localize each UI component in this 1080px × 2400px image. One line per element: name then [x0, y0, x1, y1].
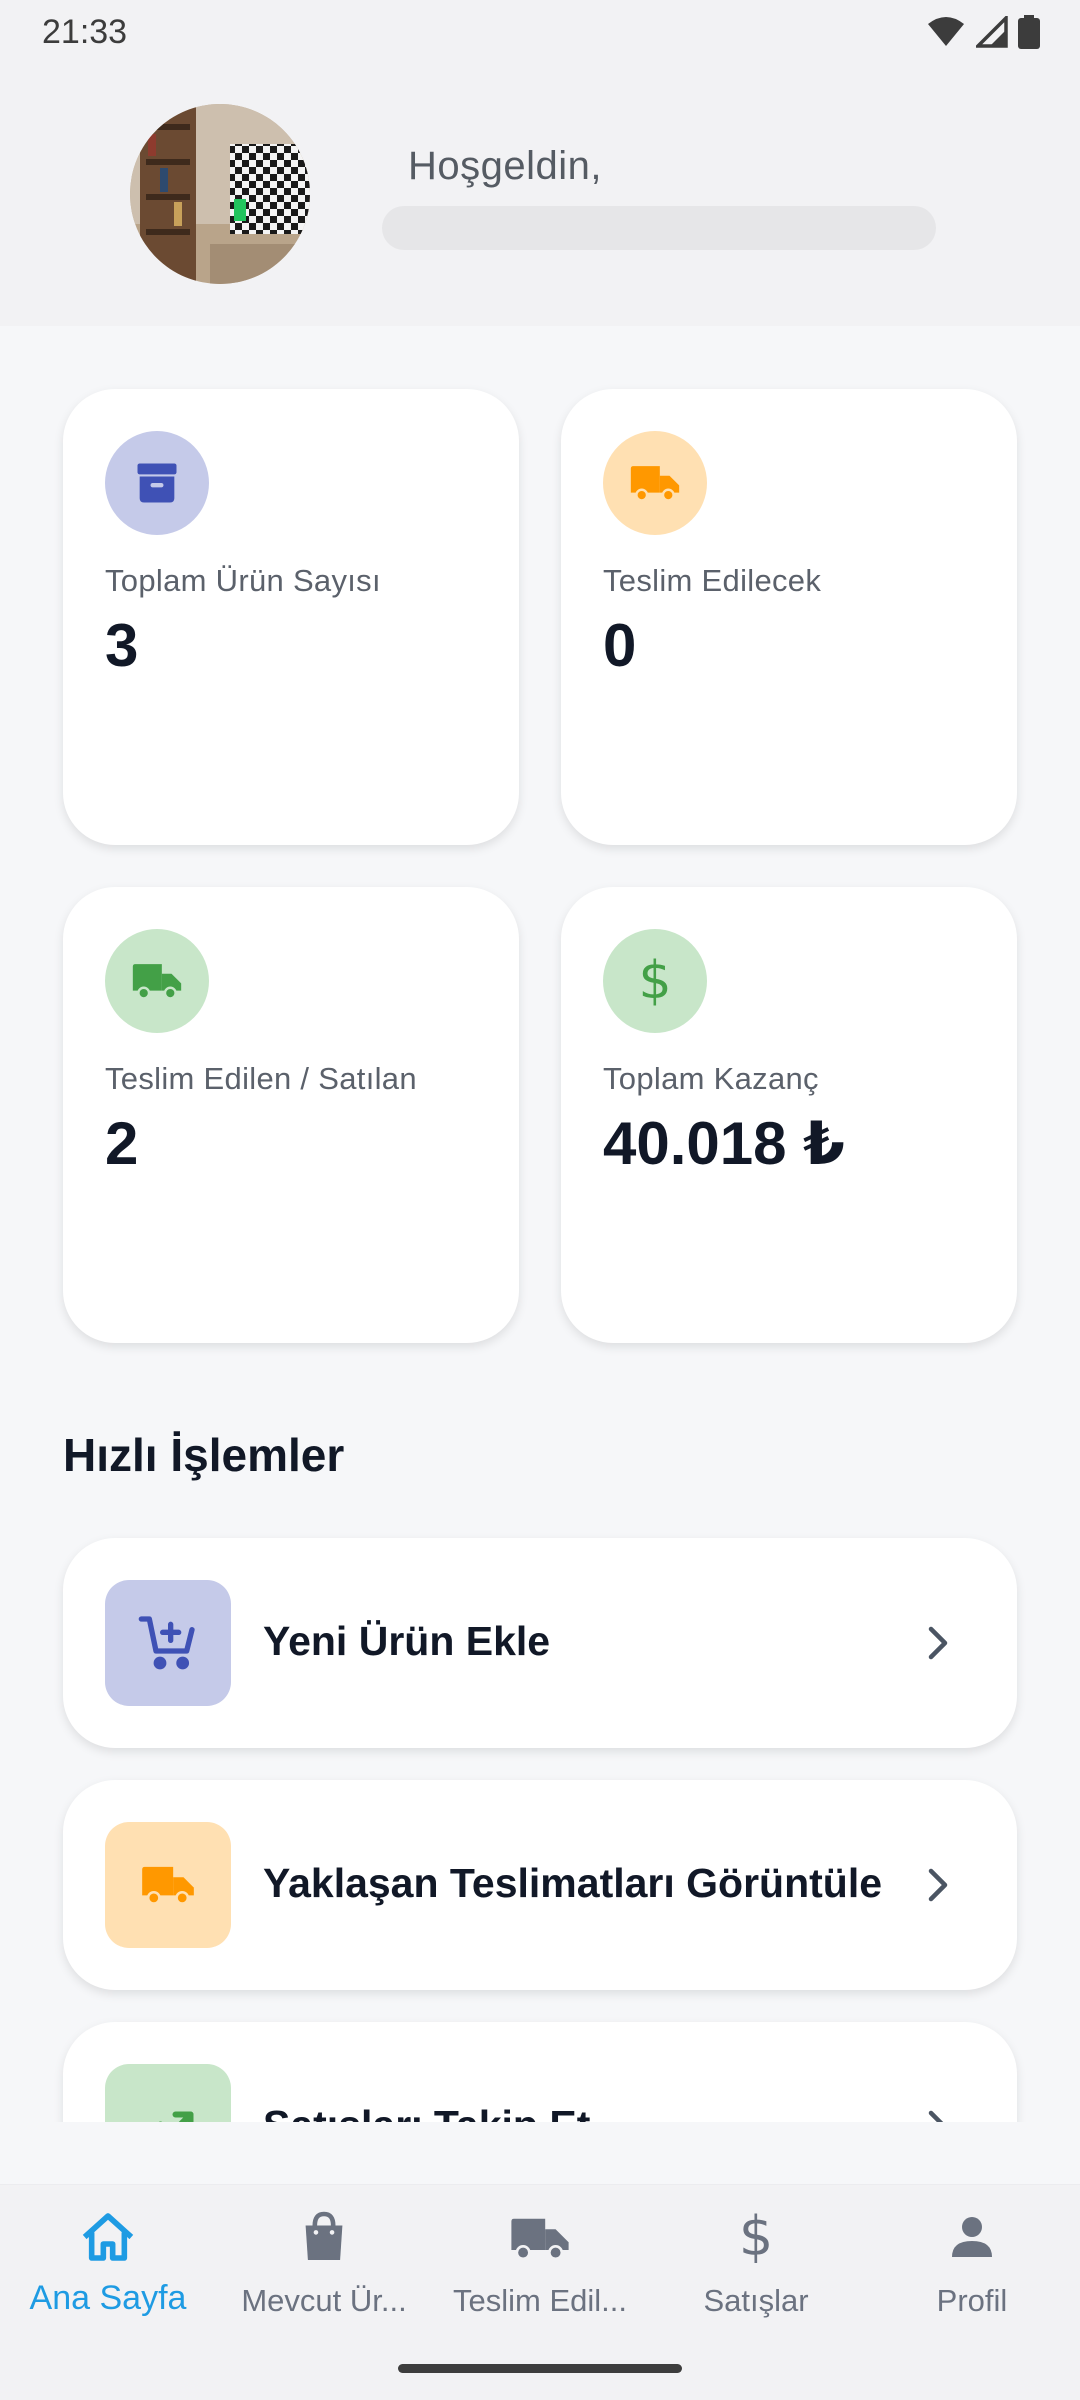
- archive-box-icon: [105, 431, 209, 535]
- wifi-icon: [928, 17, 964, 46]
- stat-label: Toplam Kazanç: [603, 1061, 819, 1096]
- nav-label: Satışlar: [703, 2283, 809, 2318]
- stat-label: Teslim Edilen / Satılan: [105, 1061, 417, 1096]
- truck-icon: [105, 929, 209, 1033]
- chevron-right-icon: [915, 1620, 961, 1666]
- cellular-signal-icon: [976, 16, 1008, 48]
- stat-card-total-earnings[interactable]: $ Toplam Kazanç 40.018 ₺: [561, 887, 1017, 1343]
- truck-icon: [105, 1822, 231, 1948]
- status-bar: 21:33: [0, 0, 1080, 64]
- stat-card-pending-delivery[interactable]: Teslim Edilecek 0: [561, 389, 1017, 845]
- stat-value: 40.018 ₺: [603, 1110, 845, 1177]
- truck-icon: [603, 431, 707, 535]
- stat-value: 2: [105, 1110, 139, 1177]
- quick-actions-title: Hızlı İşlemler: [63, 1429, 345, 1481]
- stat-value: 0: [603, 612, 637, 679]
- truck-icon: [508, 2205, 572, 2269]
- battery-icon: [1018, 15, 1040, 49]
- welcome-header: Hoşgeldin,: [0, 64, 1080, 326]
- trending-up-icon: [105, 2064, 231, 2122]
- nav-item-home[interactable]: Ana Sayfa: [0, 2205, 216, 2335]
- home-icon: [80, 2205, 136, 2269]
- quick-action-add-product[interactable]: Yeni Ürün Ekle: [63, 1538, 1017, 1748]
- nav-item-sales[interactable]: $ Satışlar: [648, 2205, 864, 2335]
- add-cart-icon: [105, 1580, 231, 1706]
- chevron-right-icon: [915, 1862, 961, 1908]
- stat-card-delivered-sold[interactable]: Teslim Edilen / Satılan 2: [63, 887, 519, 1343]
- nav-label: Profil: [936, 2283, 1008, 2318]
- quick-action-track-sales[interactable]: Satışları Takip Et: [63, 2022, 1017, 2122]
- quick-action-label: Yeni Ürün Ekle: [263, 1618, 551, 1664]
- stat-card-total-products[interactable]: Toplam Ürün Sayısı 3: [63, 389, 519, 845]
- nav-label: Ana Sayfa: [29, 2279, 187, 2317]
- avatar[interactable]: [130, 104, 310, 284]
- chevron-right-icon: [915, 2104, 961, 2122]
- person-icon: [948, 2205, 996, 2269]
- quick-action-upcoming-deliveries[interactable]: Yaklaşan Teslimatları Görüntüle: [63, 1780, 1017, 1990]
- user-name-placeholder: [382, 206, 936, 250]
- status-icons: [926, 15, 1040, 49]
- dollar-icon: $: [738, 2205, 774, 2268]
- stat-label: Toplam Ürün Sayısı: [105, 563, 381, 598]
- quick-action-label: Satışları Takip Et: [263, 2102, 590, 2122]
- nav-item-profile[interactable]: Profil: [864, 2205, 1080, 2335]
- dollar-icon: $: [603, 929, 707, 1033]
- nav-item-current-products[interactable]: Mevcut Ür...: [216, 2205, 432, 2335]
- stat-value: 3: [105, 612, 139, 679]
- stat-label: Teslim Edilecek: [603, 563, 822, 598]
- quick-actions-list: Yeni Ürün Ekle Yaklaşan Teslimatları Gör…: [0, 1500, 1080, 2122]
- shopping-bag-icon: [301, 2205, 347, 2269]
- home-indicator: [398, 2364, 682, 2373]
- status-time: 21:33: [42, 12, 128, 51]
- quick-action-label: Yaklaşan Teslimatları Görüntüle: [263, 1860, 883, 1906]
- nav-item-delivered[interactable]: Teslim Edil...: [432, 2205, 648, 2335]
- nav-label: Teslim Edil...: [453, 2283, 627, 2318]
- nav-label: Mevcut Ür...: [241, 2283, 407, 2318]
- welcome-text: Hoşgeldin,: [408, 144, 603, 188]
